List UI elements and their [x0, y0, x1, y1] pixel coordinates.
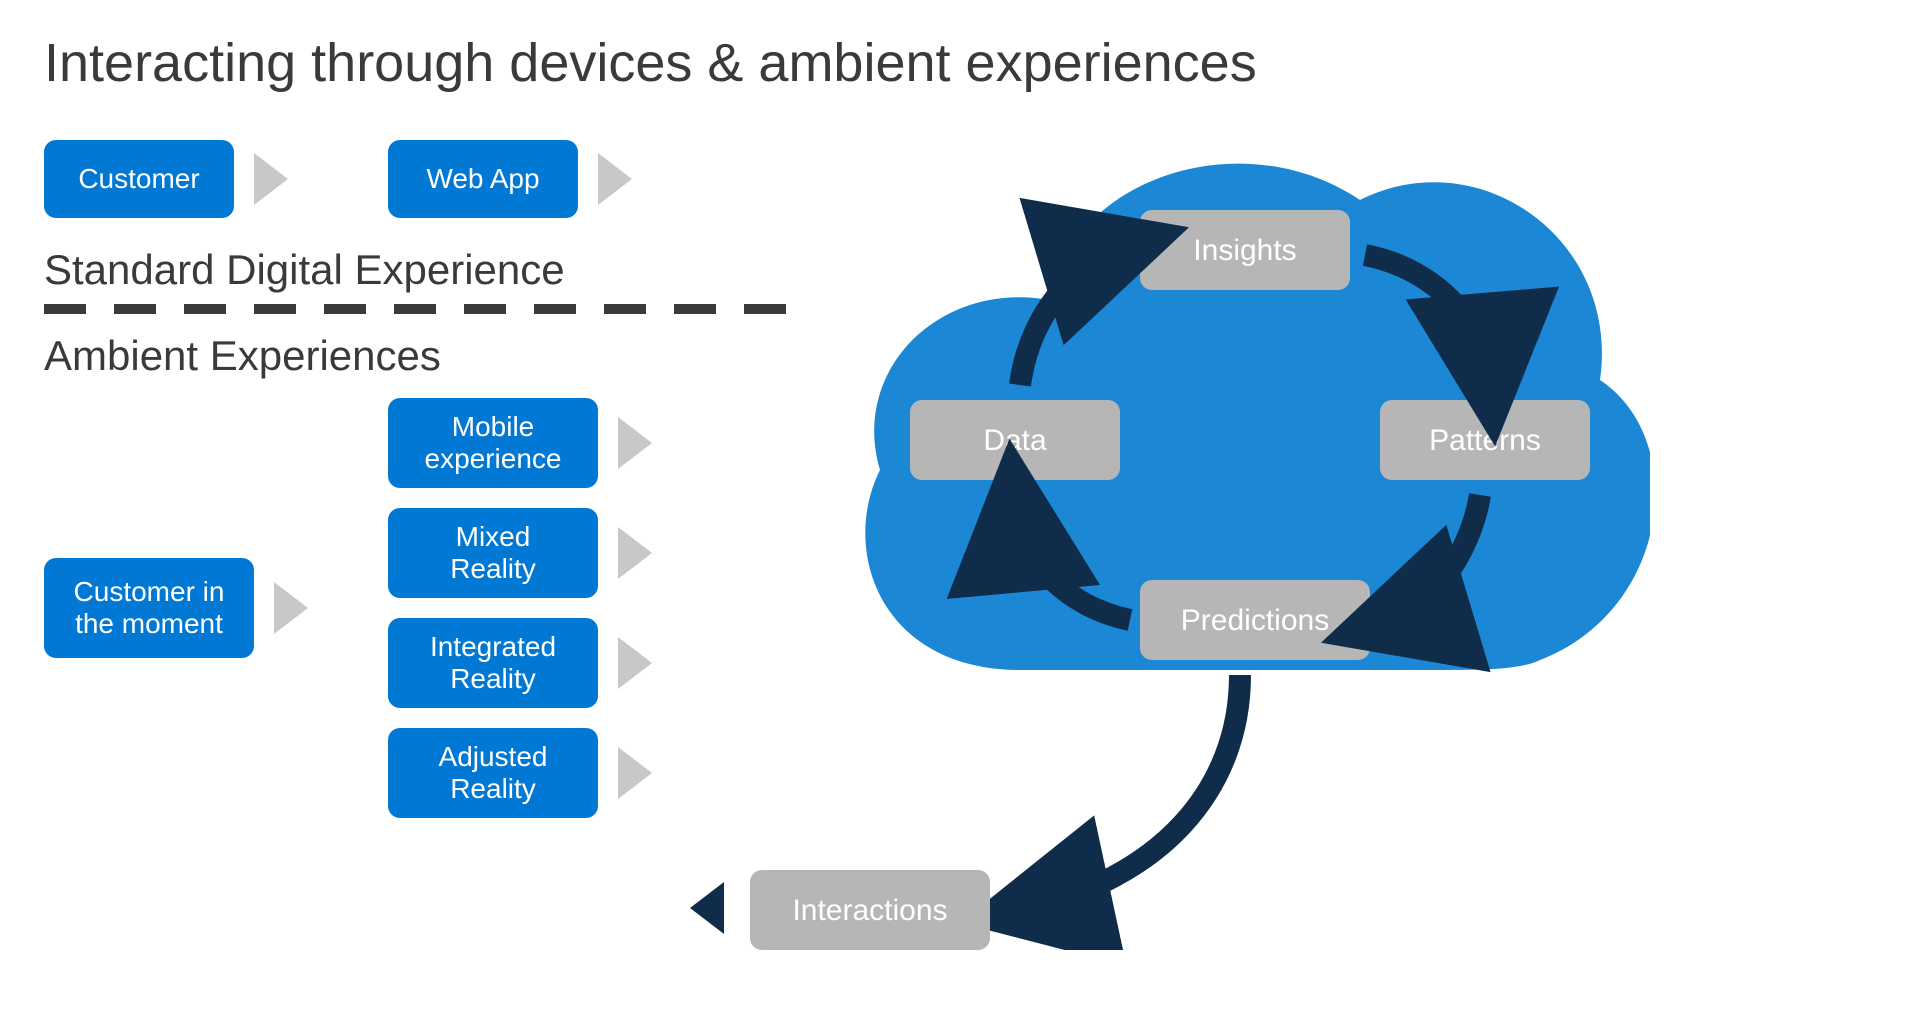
interactions-row: Interactions: [820, 870, 1060, 950]
box-customer-moment: Customer in the moment: [44, 558, 254, 658]
chevron-right-icon: [274, 582, 308, 634]
cycle-arrows: [820, 110, 1650, 950]
box-web-app: Web App: [388, 140, 578, 218]
standard-section-label: Standard Digital Experience: [44, 246, 804, 294]
chevron-right-icon: [598, 153, 632, 205]
box-mobile-experience: Mobile experience: [388, 398, 598, 488]
chevron-right-icon: [254, 153, 288, 205]
box-mixed-reality: Mixed Reality: [388, 508, 598, 598]
box-customer: Customer: [44, 140, 234, 218]
chevron-right-icon: [618, 527, 652, 579]
standard-flow-row: Customer Web App: [44, 140, 804, 218]
box-integrated-reality: Integrated Reality: [388, 618, 598, 708]
ambient-grid: Customer in the moment Mobile experience…: [44, 398, 804, 818]
chevron-right-icon: [618, 417, 652, 469]
divider-dashed: [44, 304, 804, 314]
node-interactions: Interactions: [750, 870, 990, 950]
cloud-area: Insights Patterns Predictions Data: [820, 110, 1650, 830]
box-adjusted-reality: Adjusted Reality: [388, 728, 598, 818]
chevron-right-icon: [618, 637, 652, 689]
left-column: Customer Web App Standard Digital Experi…: [44, 140, 804, 818]
chevron-left-icon: [690, 882, 724, 934]
slide-title: Interacting through devices & ambient ex…: [44, 32, 1874, 94]
ambient-left-col: Customer in the moment: [44, 558, 308, 658]
chevron-right-icon: [618, 747, 652, 799]
ambient-section-label: Ambient Experiences: [44, 332, 804, 380]
ambient-right-col: Mobile experience Mixed Reality Integrat…: [388, 398, 652, 818]
slide: Interacting through devices & ambient ex…: [0, 0, 1918, 1026]
